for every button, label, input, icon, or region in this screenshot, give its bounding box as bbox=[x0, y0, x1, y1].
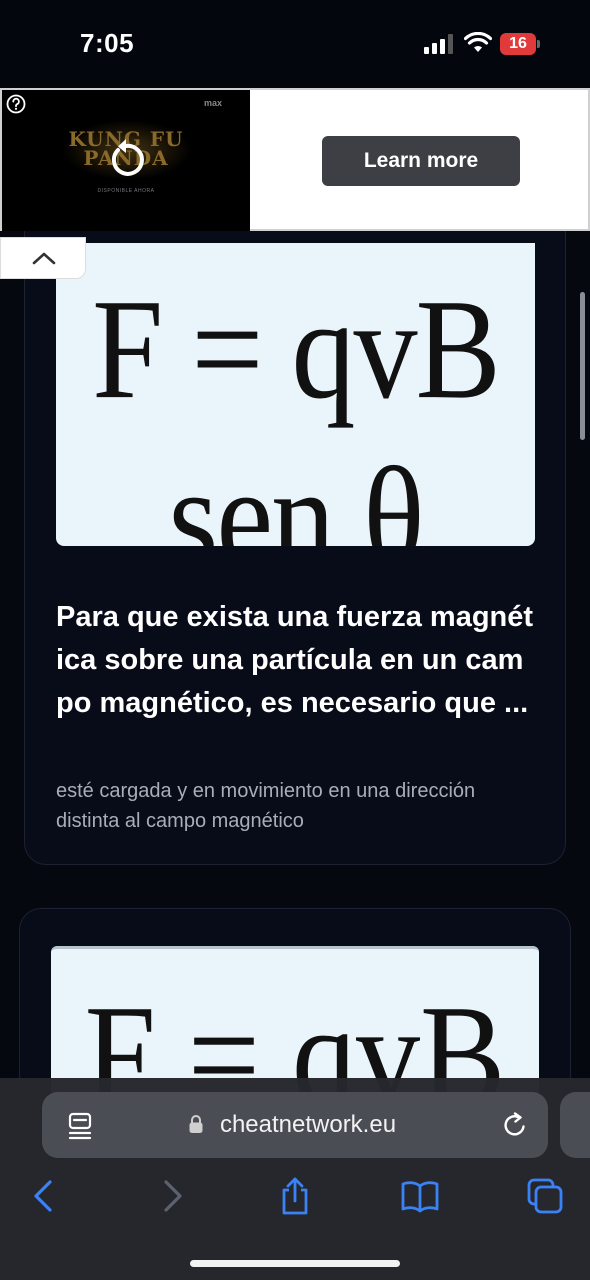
formula-image: F = qvB sen θ bbox=[56, 243, 535, 546]
status-time: 7:05 bbox=[80, 28, 135, 58]
back-icon[interactable] bbox=[24, 1176, 64, 1216]
replay-icon[interactable] bbox=[106, 136, 146, 180]
card-question: Para que exista una fuerza magnética sob… bbox=[56, 601, 534, 719]
cellular-signal-icon bbox=[424, 34, 453, 54]
help-icon[interactable] bbox=[6, 94, 26, 114]
card-answer: esté cargada y en movimiento en una dire… bbox=[56, 780, 476, 832]
status-bar: 7:05 16 bbox=[0, 0, 590, 88]
ad-banner[interactable]: KUNG FU PANDA DISPONIBLE AHORA max Learn… bbox=[0, 88, 590, 231]
bookmarks-icon[interactable] bbox=[400, 1176, 440, 1216]
wifi-icon bbox=[464, 32, 492, 52]
battery-level: 16 bbox=[509, 35, 527, 52]
url-text[interactable]: cheatnetwork.eu bbox=[42, 1092, 548, 1158]
formula-text: F = qvB sen θ bbox=[92, 269, 501, 546]
ad-brand-logo: max bbox=[204, 98, 223, 108]
share-icon[interactable] bbox=[275, 1176, 315, 1216]
ad-collapse-button[interactable] bbox=[0, 237, 86, 279]
battery-indicator: 16 bbox=[500, 33, 540, 55]
forward-icon[interactable] bbox=[152, 1176, 192, 1216]
home-indicator[interactable] bbox=[190, 1260, 400, 1267]
scrollbar[interactable] bbox=[580, 292, 585, 440]
learn-more-button[interactable]: Learn more bbox=[322, 136, 520, 186]
reload-icon[interactable] bbox=[502, 1112, 528, 1138]
ad-video[interactable]: KUNG FU PANDA DISPONIBLE AHORA max bbox=[2, 90, 250, 231]
tabs-icon[interactable] bbox=[525, 1176, 565, 1216]
chevron-up-icon bbox=[32, 252, 56, 265]
next-tab-preview[interactable] bbox=[560, 1092, 590, 1158]
address-bar[interactable]: cheatnetwork.eu bbox=[42, 1092, 548, 1158]
ad-video-subtitle: DISPONIBLE AHORA bbox=[97, 188, 155, 194]
